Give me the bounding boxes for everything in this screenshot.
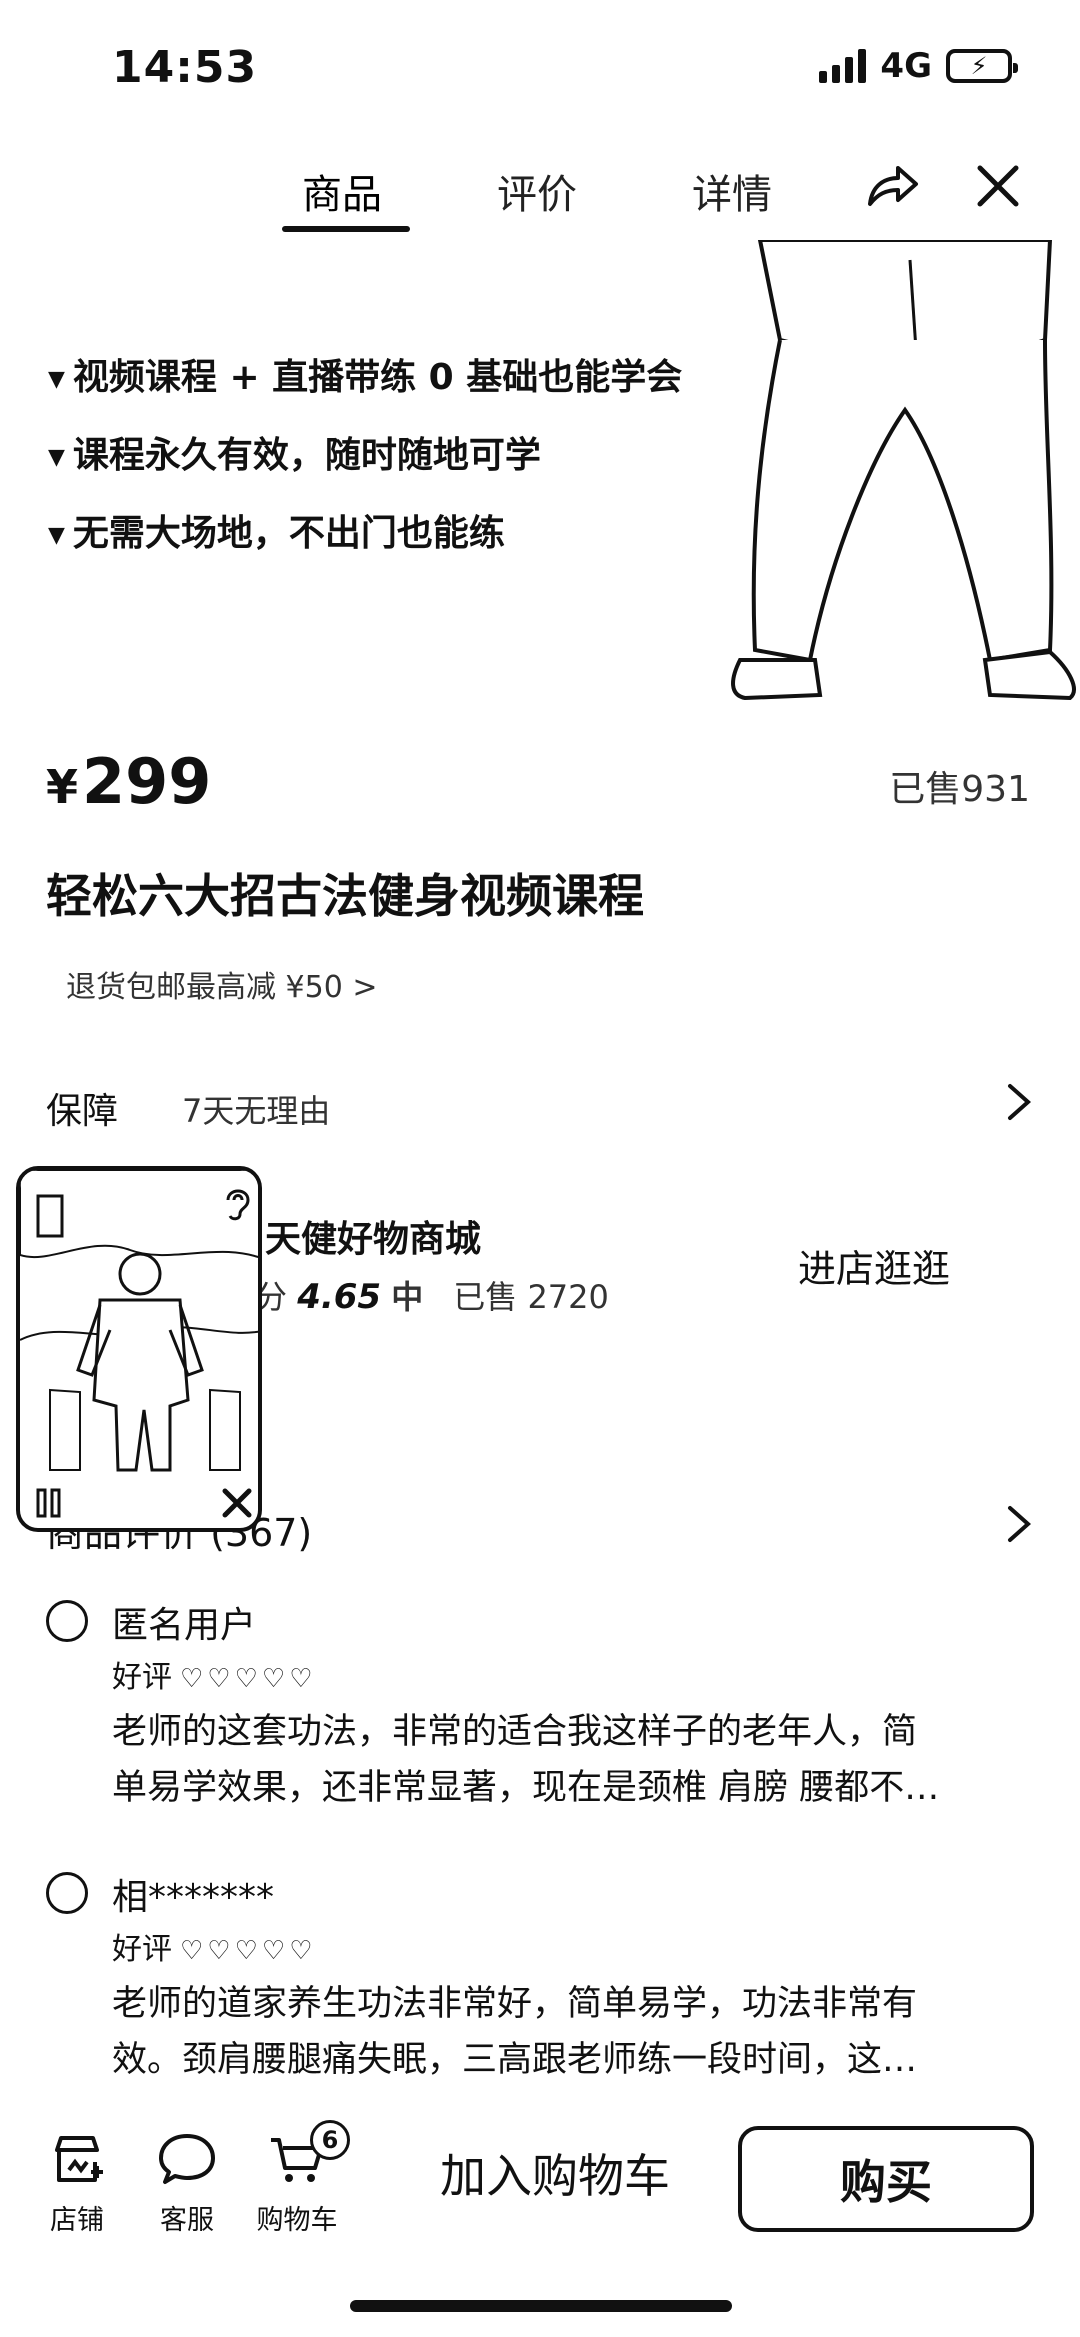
chat-bubble-icon [159, 2134, 215, 2184]
hero-banner: ▼ 视频课程 + 直播带练 0 基础也能学会 ▼ 课程永久有效，随时随地可学 ▼ 无需… [0, 240, 1080, 700]
tab-details[interactable]: 详情 [692, 162, 772, 220]
review-text[interactable]: 老师的这套功法，非常的适合我这样子的老年人，简 单易学效果，还非常显著，现在是颈… [112, 1704, 1032, 1816]
status-time: 14:53 [112, 42, 258, 93]
hero-line-2: ▼ 课程永久有效，随时随地可学 [48, 435, 541, 476]
video-thumbnail [20, 1170, 258, 1472]
add-to-cart-button[interactable]: 加入购物车 [440, 2140, 670, 2206]
product-title: 轻松六大招古法健身视频课程 [46, 869, 644, 923]
pause-icon[interactable] [34, 1486, 64, 1520]
product-price: ¥299 [46, 745, 212, 818]
buy-button[interactable]: 购买 [738, 2126, 1034, 2232]
close-icon[interactable] [968, 156, 1028, 216]
top-nav: 商品 评价 详情 [0, 150, 1080, 240]
enter-shop-button[interactable]: 进店逛逛 [798, 1238, 950, 1293]
review-rating: 好评 ♡♡♡♡♡ [112, 1932, 317, 1967]
hero-line-3: ▼ 无需大场地，不出门也能练 [48, 513, 505, 554]
close-video-icon[interactable] [220, 1486, 254, 1520]
status-indicators: 4G ⚡ [819, 46, 1018, 86]
network-type: 4G [880, 46, 932, 86]
cart-count-badge: 6 [310, 2120, 350, 2160]
guarantee-label[interactable]: 保障 [46, 1082, 118, 1134]
hero-line-1: ▼ 视频课程 + 直播带练 0 基础也能学会 [48, 357, 683, 398]
signal-icon [819, 49, 867, 83]
tab-product[interactable]: 商品 [302, 162, 382, 220]
heart-icons: ♡♡♡♡♡ [180, 1936, 317, 1966]
share-icon[interactable] [862, 156, 922, 216]
battery-icon: ⚡ [946, 49, 1018, 83]
cart-button[interactable]: 6 购物车 [252, 2120, 350, 2237]
home-indicator[interactable] [350, 2300, 732, 2312]
avatar [46, 1600, 88, 1642]
review-text[interactable]: 老师的道家养生功法非常好，简单易学，功法非常有 效。颈肩腰腿痛失眠，三高跟老师练… [112, 1976, 1032, 2088]
hero-figure-image [731, 240, 1076, 700]
shop-icon [55, 2136, 103, 2182]
shop-sold: 已售 2720 [453, 1278, 609, 1316]
review-user: 相******* [112, 1877, 275, 1918]
floating-video-player[interactable] [16, 1166, 262, 1532]
avatar [46, 1872, 88, 1914]
review-user: 匿名用户 [112, 1605, 257, 1646]
guarantee-value: 7天无理由 [182, 1092, 331, 1130]
tab-active-indicator [282, 226, 410, 232]
review-rating: 好评 ♡♡♡♡♡ [112, 1660, 317, 1695]
shop-score: 分 4.65 中 [255, 1277, 424, 1317]
shop-meta: 分 4.65 中 已售 2720 [255, 1272, 609, 1318]
promo-link[interactable]: 退货包邮最高减 ¥50 > [66, 962, 377, 1006]
review-item: 匿名用户 好评 ♡♡♡♡♡ 老师的这套功法，非常的适合我这样子的老年人，简 单易学… [46, 1600, 1036, 1830]
heart-icons: ♡♡♡♡♡ [180, 1664, 317, 1694]
ear-icon[interactable] [220, 1182, 254, 1222]
shop-button[interactable]: 店铺 [32, 2128, 122, 2237]
tab-reviews[interactable]: 评价 [497, 162, 577, 220]
product-sold-count: 已售931 [889, 769, 1030, 810]
shop-name[interactable]: 天健好物商城 [265, 1210, 481, 1262]
customer-service-button[interactable]: 客服 [142, 2128, 232, 2237]
chevron-right-icon[interactable] [1004, 1504, 1034, 1544]
review-item: 相******* 好评 ♡♡♡♡♡ 老师的道家养生功法非常好，简单易学，功法非常有… [46, 1872, 1036, 2102]
chevron-right-icon[interactable] [1004, 1082, 1034, 1122]
